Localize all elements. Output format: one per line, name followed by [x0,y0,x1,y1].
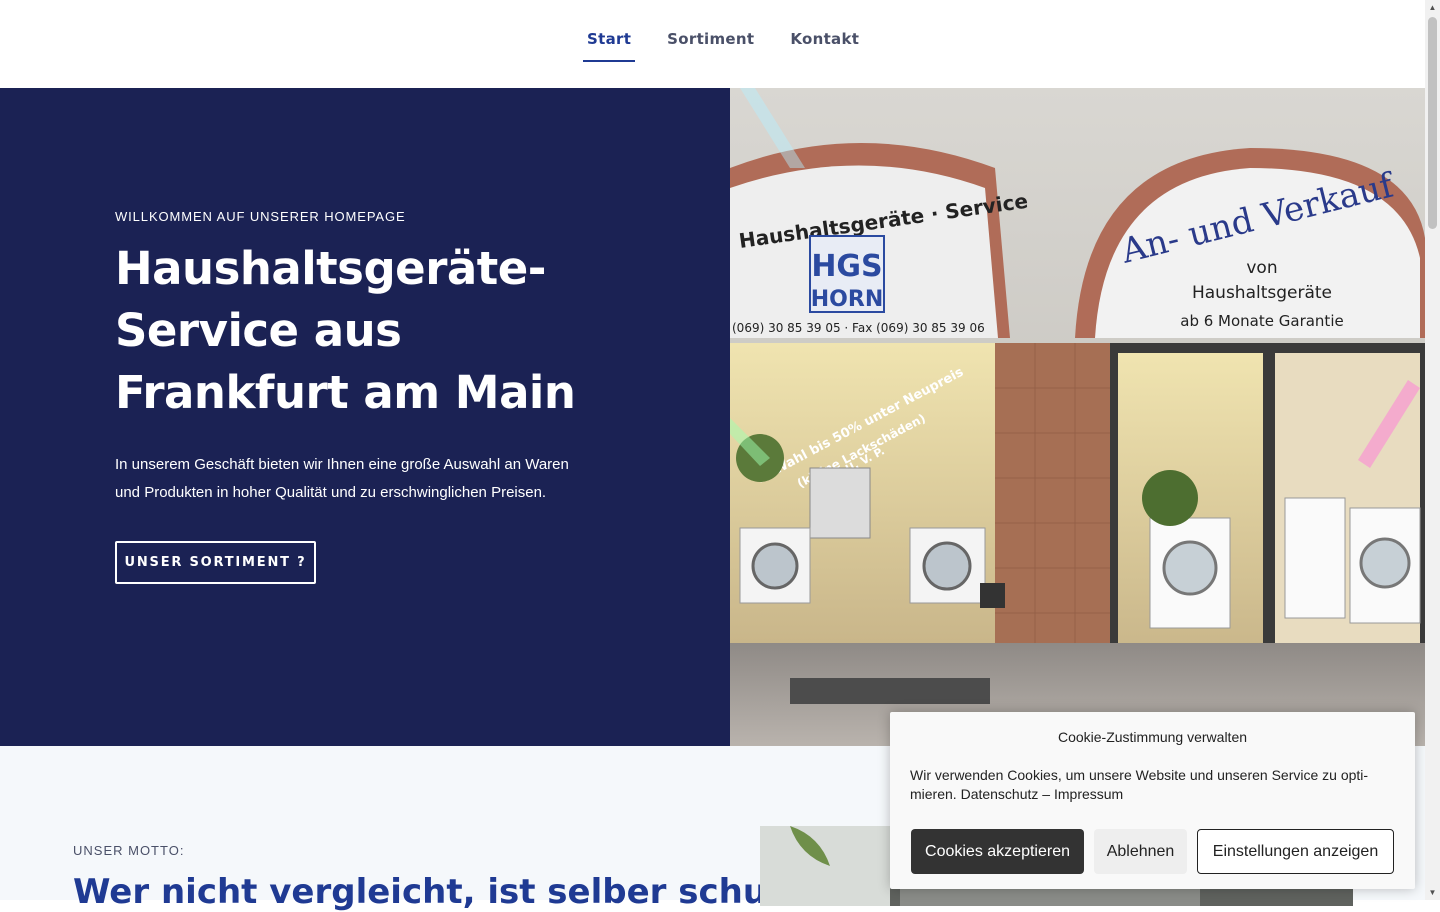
phone-text: (069) 30 85 39 05 · Fax (069) 30 85 39 0… [732,321,985,335]
deny-cookies-button[interactable]: Ablehnen [1094,829,1187,874]
sign-right-line-2: Haushaltsgeräte [1192,283,1332,303]
page-scrollbar[interactable]: ▲ ▼ [1425,0,1440,900]
nav-item-start[interactable]: Start [583,28,636,62]
scrollbar-thumb[interactable] [1428,17,1437,229]
hero-title: Haushaltsgeräte- Service aus Frankfurt a… [115,238,635,424]
sign-right-line-3: ab 6 Monate Garantie [1180,312,1343,330]
site-header: Start Sortiment Kontakt [0,0,1425,88]
cookie-title: Cookie-Zustimmung verwalten [1057,729,1248,745]
cookie-consent-dialog: Cookie-Zustimmung verwalten Wir verwende… [890,712,1415,889]
hero-title-line: Haushaltsgeräte- [115,242,546,295]
hero-title-line: Frankfurt am Main [115,366,576,419]
main-nav: Start Sortiment Kontakt [583,28,891,62]
cookie-text: Wir verwenden Cookies, um unsere Website… [910,766,1400,804]
privacy-link[interactable]: Datenschutz [961,786,1039,802]
hero-eyebrow: WILLKOMMEN AUF UNSERER HOMEPAGE [115,209,406,224]
store-front-photo: Haushaltsgeräte · Service HGS HORN (069)… [730,88,1425,746]
motto-label: UNSER MOTTO: [73,843,185,858]
hero-section: WILLKOMMEN AUF UNSERER HOMEPAGE Haushalt… [0,88,730,746]
logo-top-text: HGS [811,249,882,284]
sortiment-button[interactable]: UNSER SORTIMENT ? [115,541,316,584]
accept-cookies-button[interactable]: Cookies akzeptieren [911,829,1084,874]
scroll-down-icon[interactable]: ▼ [1425,885,1440,900]
imprint-link[interactable]: Impressum [1054,786,1123,802]
hero-description: In unserem Geschäft bieten wir Ihnen ein… [115,456,569,501]
cookie-settings-button[interactable]: Einstellungen anzeigen [1197,829,1394,874]
link-separator: – [1042,786,1051,802]
logo-bottom-text: HORN [811,287,883,312]
sign-right-line-1: von [1246,258,1277,278]
hero-title-line: Service aus [115,304,402,357]
nav-item-sortiment[interactable]: Sortiment [663,28,758,62]
motto-title: Wer nicht vergleicht, ist selber schuld [73,872,804,912]
scroll-up-icon[interactable]: ▲ [1425,0,1440,15]
nav-item-kontakt[interactable]: Kontakt [786,28,863,62]
